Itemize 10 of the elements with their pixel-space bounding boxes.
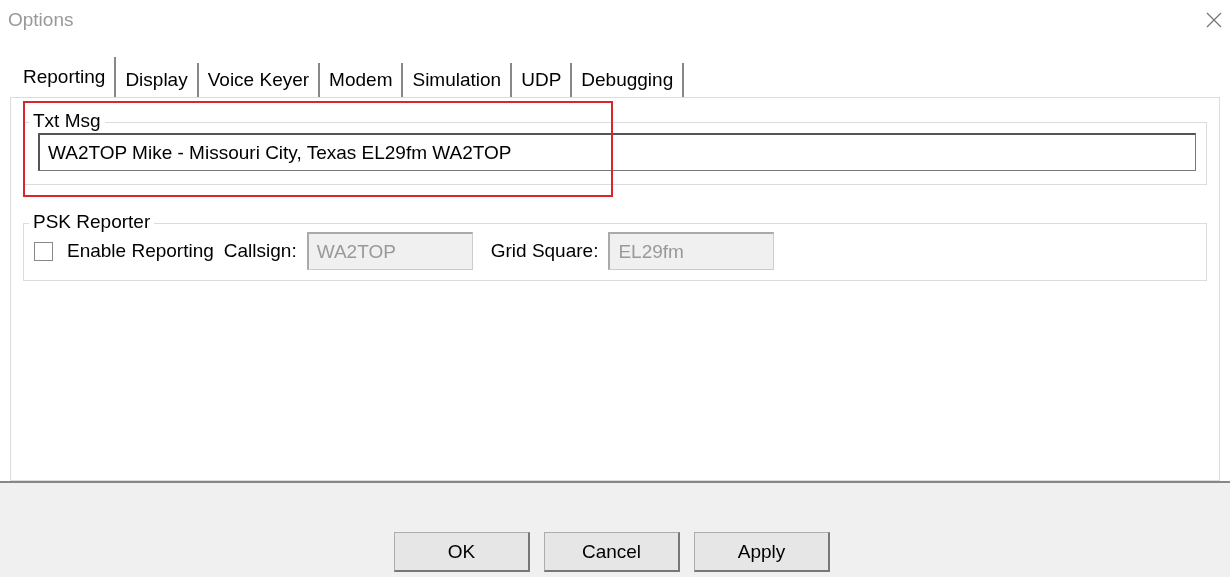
- field-label: Callsign:: [223, 240, 297, 262]
- text-field[interactable]: WA2TOP Mike - Missouri City, Texas EL29fm WA2TOP: [38, 133, 1196, 171]
- close-icon[interactable]: [1206, 12, 1222, 28]
- checkbox[interactable]: [34, 241, 53, 261]
- dialog-button[interactable]: Apply: [694, 532, 830, 572]
- window-title: Options: [8, 9, 74, 31]
- dialog-button[interactable]: Cancel: [544, 532, 680, 572]
- checkbox-label: Enable Reporting: [67, 240, 214, 262]
- dialog-button[interactable]: OK: [394, 532, 530, 572]
- field-label: Grid Square:: [490, 240, 599, 262]
